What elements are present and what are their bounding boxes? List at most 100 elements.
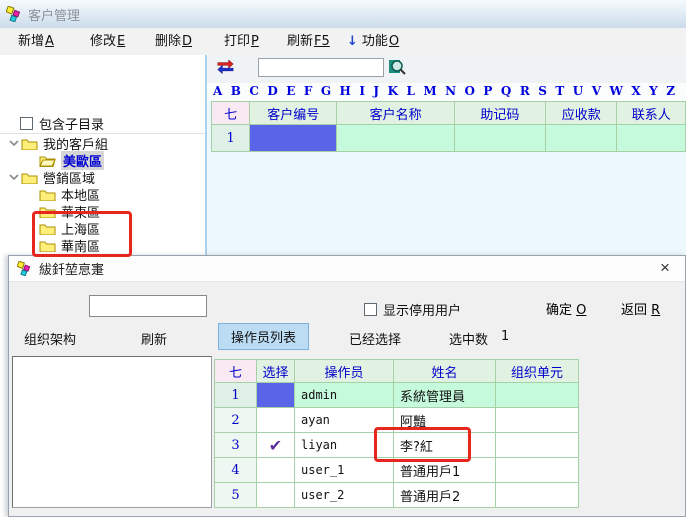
cell-select-checked[interactable]: ✔ (257, 433, 295, 458)
operator-filter-input[interactable] (89, 295, 207, 317)
refresh-link[interactable]: 刷新 (141, 329, 167, 348)
col-header-name[interactable]: 姓名 (394, 359, 496, 383)
alpha-letter[interactable]: Y (649, 84, 658, 98)
cell-operator[interactable]: ayan (295, 408, 394, 433)
toolbar-add-button[interactable]: 新增A (18, 28, 54, 55)
alpha-letter[interactable]: U (573, 84, 583, 98)
cell-org-unit[interactable] (496, 458, 579, 483)
cell-select[interactable] (257, 408, 295, 433)
col-header-select[interactable]: 选择 (257, 359, 295, 383)
alpha-letter[interactable]: W (609, 84, 622, 98)
cell-mnemonic[interactable] (455, 125, 546, 152)
corner-header[interactable]: 七 (211, 101, 250, 125)
alpha-letter[interactable]: S (538, 84, 547, 98)
cell-customer-id-selected[interactable] (250, 125, 337, 152)
alpha-letter[interactable]: E (286, 84, 295, 98)
cell-org-unit[interactable] (496, 383, 579, 408)
corner-header[interactable]: 七 (214, 359, 257, 383)
cell-select[interactable] (257, 458, 295, 483)
include-subdirs-option[interactable]: 包含子目录 (20, 114, 104, 133)
alpha-letter[interactable]: Z (666, 84, 675, 98)
alpha-letter[interactable]: H (340, 84, 351, 98)
toolbar-delete-button[interactable]: 删除D (155, 28, 192, 55)
cell-org-unit[interactable] (496, 433, 579, 458)
alpha-letter[interactable]: M (423, 84, 436, 98)
cell-operator[interactable]: liyan (295, 433, 394, 458)
alpha-letter[interactable]: B (231, 84, 241, 98)
tree-item-meiouqu[interactable]: 美歐區 (0, 152, 205, 169)
sync-arrows-icon[interactable] (216, 60, 236, 78)
row-number[interactable]: 4 (214, 458, 257, 483)
alpha-letter[interactable]: O (465, 84, 475, 98)
cell-name[interactable]: 阿豔 (394, 408, 496, 433)
tree-item-huanan-region[interactable]: 華南區 (0, 237, 205, 254)
alpha-letter[interactable]: Q (501, 84, 511, 98)
tree-item-my-customer-group[interactable]: 我的客戶組 (0, 135, 205, 152)
alpha-letter[interactable]: C (249, 84, 259, 98)
row-number[interactable]: 2 (214, 408, 257, 433)
toolbar-refresh-button[interactable]: 刷新F5 (287, 28, 330, 55)
operator-row-user2: 5 user_2 普通用戶2 (214, 483, 579, 508)
cell-name[interactable]: 普通用戶2 (394, 483, 496, 508)
cell-contact[interactable] (617, 125, 686, 152)
alpha-letter[interactable]: J (373, 84, 379, 98)
cell-operator[interactable]: user_2 (295, 483, 394, 508)
cell-name[interactable]: 普通用戶1 (394, 458, 496, 483)
row-number[interactable]: 1 (211, 125, 250, 152)
cell-receivables[interactable] (546, 125, 618, 152)
show-disabled-option[interactable]: 显示停用用户 (364, 300, 461, 319)
tab-already-selected[interactable]: 已经选择 (349, 329, 401, 348)
tree-item-marketing-region[interactable]: 營銷區域 (0, 169, 205, 186)
cell-select-active[interactable] (257, 383, 295, 408)
row-number[interactable]: 1 (214, 383, 257, 408)
alpha-letter[interactable]: V (592, 84, 601, 98)
col-header-customer-name[interactable]: 客户名称 (337, 101, 455, 125)
show-disabled-checkbox[interactable] (364, 303, 377, 316)
cell-name-highlighted[interactable]: 李?紅 (394, 433, 496, 458)
tree-item-shanghai-region[interactable]: 上海區 (0, 220, 205, 237)
toolbar-edit-button[interactable]: 修改E (90, 28, 125, 55)
tree-item-huadong-region[interactable]: 華東區 (0, 203, 205, 220)
alpha-letter[interactable]: N (445, 84, 456, 98)
close-icon[interactable]: × (655, 258, 675, 278)
alpha-letter[interactable]: K (388, 84, 398, 98)
cell-customer-name[interactable] (337, 125, 455, 152)
col-header-receivables[interactable]: 应收款 (546, 101, 618, 125)
back-button[interactable]: 返回 R (621, 298, 660, 318)
search-input[interactable] (258, 58, 384, 77)
alpha-letter[interactable]: L (406, 84, 414, 98)
col-header-contact[interactable]: 联系人 (617, 101, 686, 125)
alpha-letter[interactable]: T (555, 84, 564, 98)
search-button[interactable] (388, 58, 408, 77)
alpha-letter[interactable]: X (631, 84, 640, 98)
alpha-letter[interactable]: A (213, 84, 222, 98)
include-subdirs-checkbox[interactable] (20, 117, 33, 130)
alpha-letter[interactable]: I (359, 84, 365, 98)
cell-select[interactable] (257, 483, 295, 508)
alpha-letter[interactable]: P (483, 84, 492, 98)
alpha-letter[interactable]: D (267, 84, 277, 98)
chevron-down-icon[interactable] (6, 140, 21, 147)
col-header-org-unit[interactable]: 组织单元 (496, 359, 579, 383)
alpha-letter[interactable]: R (520, 84, 530, 98)
chevron-down-icon[interactable] (6, 174, 21, 181)
col-header-mnemonic[interactable]: 助记码 (455, 101, 546, 125)
col-header-customer-id[interactable]: 客户编号 (250, 101, 337, 125)
ok-button[interactable]: 确定 O (546, 298, 586, 318)
alpha-letter[interactable]: F (304, 84, 313, 98)
org-structure-listbox[interactable] (12, 356, 212, 508)
col-header-operator[interactable]: 操作员 (295, 359, 394, 383)
tab-operator-list[interactable]: 操作员列表 (218, 323, 309, 350)
cell-org-unit[interactable] (496, 483, 579, 508)
row-number[interactable]: 3 (214, 433, 257, 458)
cell-operator[interactable]: admin (295, 383, 394, 408)
tree-item-local-region[interactable]: 本地區 (0, 186, 205, 203)
cell-operator[interactable]: user_1 (295, 458, 394, 483)
toolbar-function-button[interactable]: ↓功能O (347, 28, 399, 55)
cell-org-unit[interactable] (496, 408, 579, 433)
search-strip (207, 55, 686, 83)
row-number[interactable]: 5 (214, 483, 257, 508)
cell-name[interactable]: 系統管理員 (394, 383, 496, 408)
toolbar-print-button[interactable]: 打印P (224, 28, 259, 55)
alpha-letter[interactable]: G (321, 84, 331, 98)
